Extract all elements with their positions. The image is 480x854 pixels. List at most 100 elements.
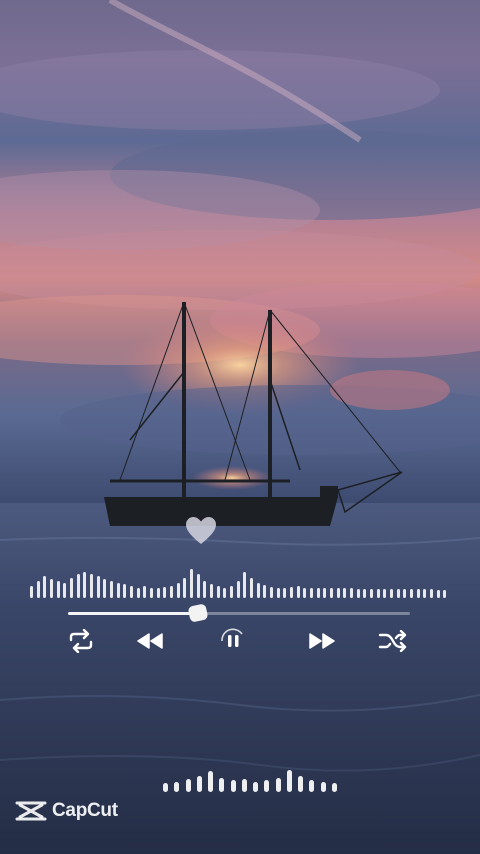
- spectrum-bar: [343, 588, 347, 598]
- spectrum-bar: [69, 578, 73, 598]
- waveform-bar: [275, 778, 281, 792]
- waveform-bar: [241, 779, 247, 792]
- spectrum-bar: [316, 588, 320, 598]
- spectrum-bar: [56, 581, 60, 598]
- spectrum-bar: [376, 589, 380, 598]
- previous-button[interactable]: [132, 626, 166, 656]
- spectrum-bar: [309, 588, 313, 598]
- spectrum-bar: [289, 587, 293, 598]
- capcut-watermark: CapCut: [14, 796, 118, 826]
- spectrum-bar: [116, 583, 120, 598]
- spectrum-bar: [43, 576, 47, 598]
- progress-fill: [68, 612, 198, 615]
- watermark-text: CapCut: [52, 800, 118, 821]
- spectrum-bar: [369, 589, 373, 598]
- spectrum-bar: [443, 590, 447, 598]
- spectrum-bar: [136, 588, 140, 598]
- spectrum-bar: [236, 581, 240, 598]
- spectrum-bar: [209, 584, 213, 598]
- next-icon: [309, 633, 335, 649]
- next-button[interactable]: [306, 626, 340, 656]
- waveform-bar: [286, 770, 292, 792]
- spectrum-bar: [96, 576, 100, 598]
- repeat-button[interactable]: [64, 626, 98, 656]
- waveform-bar: [309, 780, 315, 792]
- pause-button[interactable]: [216, 626, 250, 656]
- waveform-bar: [230, 780, 236, 792]
- spectrum-bar: [203, 581, 207, 598]
- spectrum-bar: [123, 584, 127, 598]
- audio-spectrum: [28, 564, 448, 598]
- waveform-bar: [196, 776, 202, 792]
- spectrum-bar: [143, 586, 147, 598]
- spectrum-bar: [76, 574, 80, 598]
- spectrum-bar: [63, 583, 67, 598]
- spectrum-bar: [329, 588, 333, 598]
- waveform-bar: [174, 782, 180, 792]
- spectrum-bar: [296, 586, 300, 598]
- spectrum-bar: [389, 589, 393, 598]
- spectrum-bar: [129, 586, 133, 598]
- spectrum-bar: [183, 578, 187, 598]
- waveform-bar: [298, 776, 303, 792]
- spectrum-bar: [383, 589, 387, 598]
- spectrum-bar: [243, 572, 247, 598]
- spectrum-bar: [323, 588, 327, 598]
- spectrum-bar: [176, 583, 180, 598]
- spectrum-bar: [349, 588, 353, 598]
- spectrum-bar: [356, 589, 360, 598]
- spectrum-bar: [416, 589, 420, 598]
- spectrum-bar: [436, 590, 440, 598]
- spectrum-bar: [403, 589, 407, 598]
- spectrum-bar: [29, 586, 33, 598]
- spectrum-bar: [49, 579, 53, 598]
- spectrum-bar: [89, 574, 93, 598]
- previous-icon: [137, 633, 163, 649]
- spectrum-bar: [423, 589, 427, 598]
- spectrum-bar: [429, 589, 433, 598]
- spectrum-bar: [363, 589, 367, 598]
- waveform-bar: [253, 782, 258, 792]
- spectrum-bar: [189, 569, 193, 598]
- spectrum-bar: [303, 588, 307, 598]
- secondary-waveform: [160, 766, 350, 792]
- shuffle-button[interactable]: [376, 626, 410, 656]
- heart-icon[interactable]: [185, 516, 217, 546]
- progress-bar[interactable]: [68, 603, 410, 623]
- playback-controls: [0, 620, 480, 664]
- spectrum-bar: [249, 578, 253, 598]
- spectrum-bar: [216, 586, 220, 598]
- shuffle-icon: [378, 630, 407, 652]
- waveform-bar: [264, 780, 270, 792]
- spectrum-bar: [163, 587, 167, 598]
- spectrum-bar: [256, 583, 260, 598]
- spectrum-bar: [103, 579, 107, 598]
- spectrum-bar: [229, 586, 233, 598]
- waveform-bar: [320, 782, 326, 792]
- spectrum-bar: [223, 588, 227, 598]
- spectrum-bar: [149, 588, 153, 598]
- sunset-sea-background: [0, 0, 480, 854]
- spectrum-bar: [336, 588, 340, 598]
- spectrum-bar: [276, 588, 280, 598]
- waveform-bar: [219, 778, 225, 792]
- spectrum-bar: [109, 581, 113, 598]
- spectrum-bar: [169, 586, 173, 598]
- waveform-bar: [331, 783, 337, 792]
- spectrum-bar: [83, 572, 87, 598]
- waveform-bar: [185, 779, 191, 792]
- capcut-logo-icon: [15, 801, 47, 821]
- waveform-bar: [208, 771, 213, 792]
- video-frame: CapCut: [0, 0, 480, 854]
- waveform-bar: [163, 783, 168, 792]
- spectrum-bar: [396, 589, 400, 598]
- spectrum-bar: [269, 587, 273, 598]
- spectrum-bar: [156, 588, 160, 598]
- spectrum-bar: [283, 588, 287, 598]
- spectrum-bar: [263, 585, 267, 598]
- pause-icon: [221, 628, 243, 647]
- spectrum-bar: [196, 574, 200, 598]
- spectrum-bar: [36, 581, 40, 598]
- repeat-icon: [69, 629, 93, 653]
- spectrum-bar: [409, 589, 413, 598]
